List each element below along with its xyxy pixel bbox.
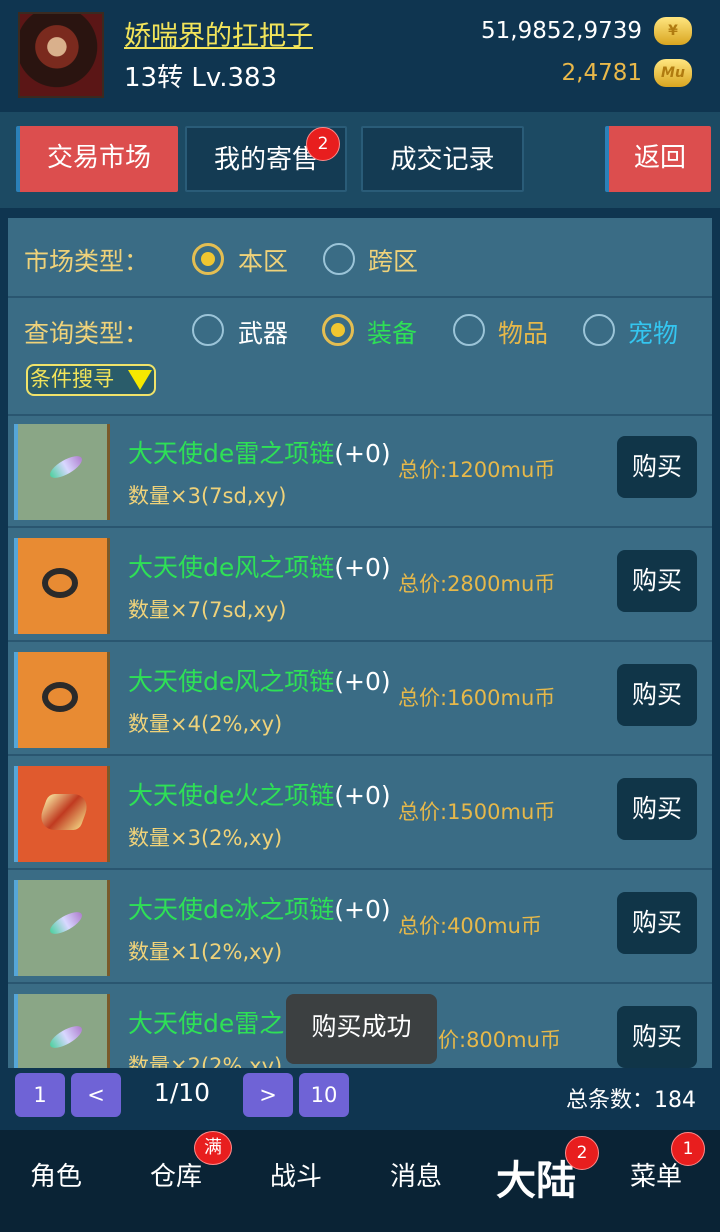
pagination: 1 < 1/10 > 10 总条数：184 — [0, 1068, 720, 1128]
nav-character[interactable]: 角色 — [0, 1156, 116, 1193]
my-sales-count-badge: 2 — [306, 127, 340, 161]
list-item[interactable]: 大天使de冰之项链(+0) 数量×1(2%,xy) 总价:400mu币 购买 — [8, 872, 712, 984]
option-goods[interactable]: 物品 — [498, 314, 548, 350]
option-pet[interactable]: 宠物 — [628, 314, 678, 350]
radio-cross-server[interactable] — [323, 243, 355, 275]
buy-button[interactable]: 购买 — [617, 1006, 697, 1068]
next-page-button[interactable]: > — [243, 1073, 293, 1117]
buy-button[interactable]: 购买 — [617, 436, 697, 498]
option-local-server[interactable]: 本区 — [238, 242, 288, 278]
item-list[interactable]: 大天使de雷之项链(+0) 数量×3(7sd,xy) 总价:1200mu币 购买… — [8, 416, 712, 1068]
buy-button[interactable]: 购买 — [617, 550, 697, 612]
warehouse-full-badge: 满 — [194, 1131, 232, 1165]
item-price: 总价:2800mu币 — [398, 572, 556, 596]
condition-search-label: 条件搜寻 — [30, 367, 114, 391]
item-name: 大天使de风之项链(+0) — [128, 667, 391, 696]
item-name: 大天使de雷之 — [128, 1009, 285, 1038]
list-item[interactable]: 大天使de火之项链(+0) 数量×3(2%,xy) 总价:1500mu币 购买 — [8, 758, 712, 870]
radio-pet[interactable] — [583, 314, 615, 346]
buy-button[interactable]: 购买 — [617, 778, 697, 840]
item-quantity: 数量×1(2%,xy) — [128, 940, 283, 964]
total-count: 总条数：184 — [566, 1088, 696, 1113]
item-name: 大天使de风之项链(+0) — [128, 553, 391, 582]
player-name[interactable]: 娇喘界的扛把子 — [124, 14, 313, 53]
continent-count-badge: 2 — [565, 1136, 599, 1170]
item-price: 总价:1500mu币 — [398, 800, 556, 824]
prev-page-button[interactable]: < — [71, 1073, 121, 1117]
radio-equipment[interactable] — [322, 314, 354, 346]
menu-count-badge: 1 — [671, 1132, 705, 1166]
nav-battle[interactable]: 战斗 — [236, 1156, 356, 1193]
purchase-success-toast: 购买成功 — [286, 994, 437, 1064]
item-price: 总价:400mu币 — [398, 914, 542, 938]
market-tabs: 交易市场 我的寄售 成交记录 返回 — [0, 112, 720, 208]
item-quantity: 数量×2(2%,xy) — [128, 1054, 283, 1068]
first-page-button[interactable]: 1 — [15, 1073, 65, 1117]
bottom-nav: 角色 仓库 战斗 消息 大陆 菜单 — [0, 1130, 720, 1232]
market-type-label: 市场类型： — [24, 247, 150, 276]
condition-search-button[interactable]: 条件搜寻 — [26, 364, 156, 396]
wind-necklace-icon — [14, 652, 110, 748]
player-header: 娇喘界的扛把子 13转 Lv.383 51,9852,9739 ¥ 2,4781… — [0, 0, 720, 112]
option-equipment[interactable]: 装备 — [367, 314, 417, 350]
item-price: 总价:1600mu币 — [398, 686, 556, 710]
list-item[interactable]: 大天使de风之项链(+0) 数量×4(2%,xy) 总价:1600mu币 购买 — [8, 644, 712, 756]
market-type-row: 市场类型： 本区 跨区 — [8, 218, 712, 298]
item-quantity: 数量×3(2%,xy) — [128, 826, 283, 850]
item-quantity: 数量×4(2%,xy) — [128, 712, 283, 736]
item-price: 价:800mu币 — [438, 1028, 561, 1052]
item-quantity: 数量×3(7sd,xy) — [128, 484, 287, 508]
option-cross-server[interactable]: 跨区 — [368, 242, 418, 278]
tab-market[interactable]: 交易市场 — [16, 126, 178, 192]
wind-necklace-icon — [14, 538, 110, 634]
buy-button[interactable]: 购买 — [617, 892, 697, 954]
radio-goods[interactable] — [453, 314, 485, 346]
lightning-necklace-icon — [14, 424, 110, 520]
radio-local-server[interactable] — [192, 243, 224, 275]
page-indicator: 1/10 — [153, 1078, 211, 1107]
list-item[interactable]: 大天使de雷之项链(+0) 数量×3(7sd,xy) 总价:1200mu币 购买 — [8, 416, 712, 528]
radio-weapon[interactable] — [192, 314, 224, 346]
tab-records[interactable]: 成交记录 — [361, 126, 524, 192]
avatar[interactable] — [18, 12, 104, 98]
ice-necklace-icon — [14, 880, 110, 976]
buy-button[interactable]: 购买 — [617, 664, 697, 726]
market-panel: 市场类型： 本区 跨区 查询类型： 武器 装备 物品 宠物 条件搜寻 大天使de… — [8, 218, 712, 1068]
nav-messages[interactable]: 消息 — [356, 1156, 476, 1193]
gold-coin-icon: ¥ — [654, 17, 692, 45]
back-button[interactable]: 返回 — [605, 126, 711, 192]
query-type-label: 查询类型： — [24, 319, 150, 348]
list-item[interactable]: 大天使de风之项链(+0) 数量×7(7sd,xy) 总价:2800mu币 购买 — [8, 530, 712, 642]
mu-coin-icon: Mu — [654, 59, 692, 87]
player-level: 13转 Lv.383 — [124, 63, 278, 93]
last-page-button[interactable]: 10 — [299, 1073, 349, 1117]
item-quantity: 数量×7(7sd,xy) — [128, 598, 287, 622]
item-name: 大天使de雷之项链(+0) — [128, 439, 391, 468]
item-name: 大天使de冰之项链(+0) — [128, 895, 391, 924]
item-name: 大天使de火之项链(+0) — [128, 781, 391, 810]
dropdown-triangle-icon — [128, 370, 152, 390]
mu-amount: 2,4781 — [561, 60, 642, 86]
option-weapon[interactable]: 武器 — [238, 314, 288, 350]
fire-necklace-icon — [14, 766, 110, 862]
lightning-necklace-icon — [14, 994, 110, 1068]
gold-amount: 51,9852,9739 — [481, 18, 642, 44]
item-price: 总价:1200mu币 — [398, 458, 556, 482]
